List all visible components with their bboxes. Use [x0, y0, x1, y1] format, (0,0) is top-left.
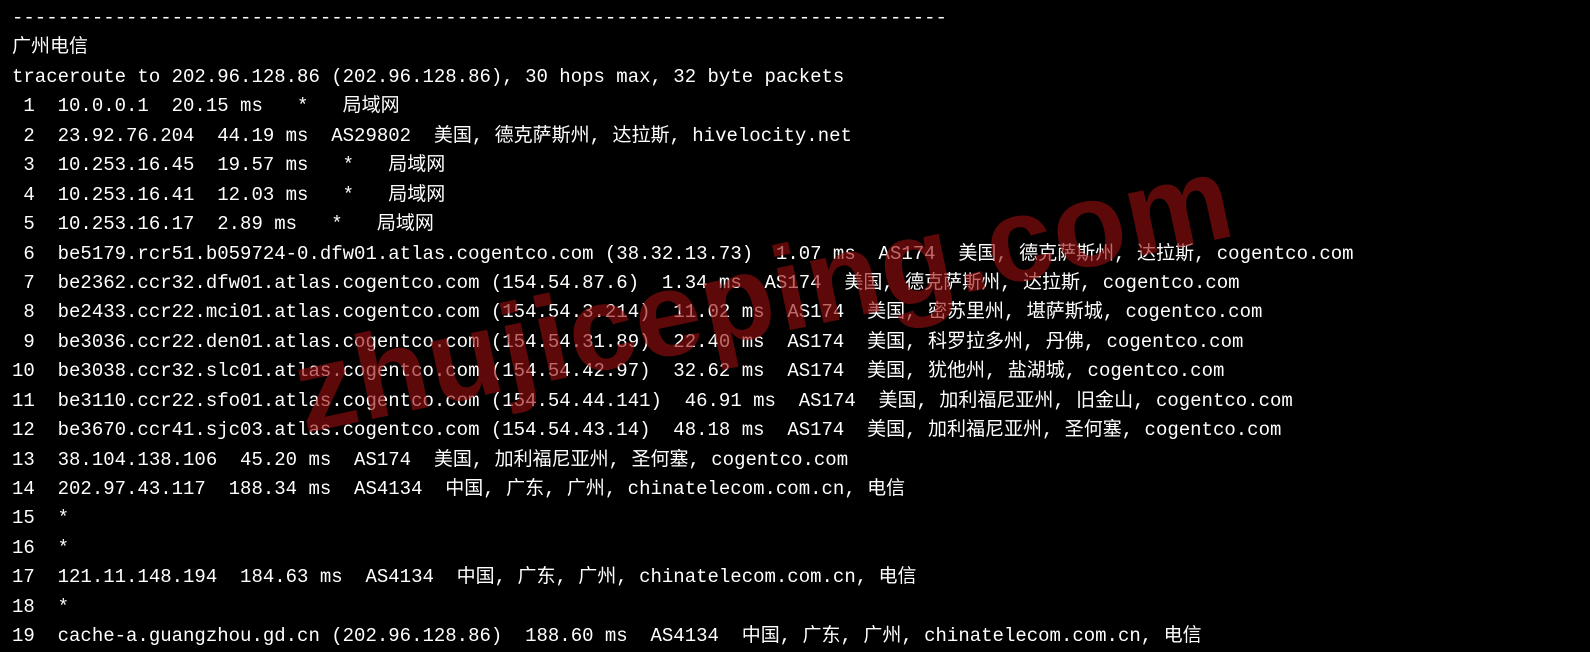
- hop-line: 1 10.0.0.1 20.15 ms * 局域网: [12, 92, 1578, 121]
- traceroute-header: traceroute to 202.96.128.86 (202.96.128.…: [12, 63, 1578, 92]
- hop-line: 7 be2362.ccr32.dfw01.atlas.cogentco.com …: [12, 269, 1578, 298]
- hop-line: 10 be3038.ccr32.slc01.atlas.cogentco.com…: [12, 357, 1578, 386]
- hop-line: 17 121.11.148.194 184.63 ms AS4134 中国, 广…: [12, 563, 1578, 592]
- hop-line: 6 be5179.rcr51.b059724-0.dfw01.atlas.cog…: [12, 240, 1578, 269]
- hop-line: 14 202.97.43.117 188.34 ms AS4134 中国, 广东…: [12, 475, 1578, 504]
- hops-container: 1 10.0.0.1 20.15 ms * 局域网 2 23.92.76.204…: [12, 92, 1578, 651]
- hop-line: 16 *: [12, 534, 1578, 563]
- hop-line: 9 be3036.ccr22.den01.atlas.cogentco.com …: [12, 328, 1578, 357]
- hop-line: 12 be3670.ccr41.sjc03.atlas.cogentco.com…: [12, 416, 1578, 445]
- hop-line: 4 10.253.16.41 12.03 ms * 局域网: [12, 181, 1578, 210]
- hop-line: 2 23.92.76.204 44.19 ms AS29802 美国, 德克萨斯…: [12, 122, 1578, 151]
- divider-line: ----------------------------------------…: [12, 4, 1578, 33]
- hop-line: 13 38.104.138.106 45.20 ms AS174 美国, 加利福…: [12, 446, 1578, 475]
- hop-line: 18 *: [12, 593, 1578, 622]
- hop-line: 8 be2433.ccr22.mci01.atlas.cogentco.com …: [12, 298, 1578, 327]
- hop-line: 15 *: [12, 504, 1578, 533]
- header-label: 广州电信: [12, 33, 1578, 62]
- hop-line: 19 cache-a.guangzhou.gd.cn (202.96.128.8…: [12, 622, 1578, 651]
- hop-line: 11 be3110.ccr22.sfo01.atlas.cogentco.com…: [12, 387, 1578, 416]
- hop-line: 3 10.253.16.45 19.57 ms * 局域网: [12, 151, 1578, 180]
- hop-line: 5 10.253.16.17 2.89 ms * 局域网: [12, 210, 1578, 239]
